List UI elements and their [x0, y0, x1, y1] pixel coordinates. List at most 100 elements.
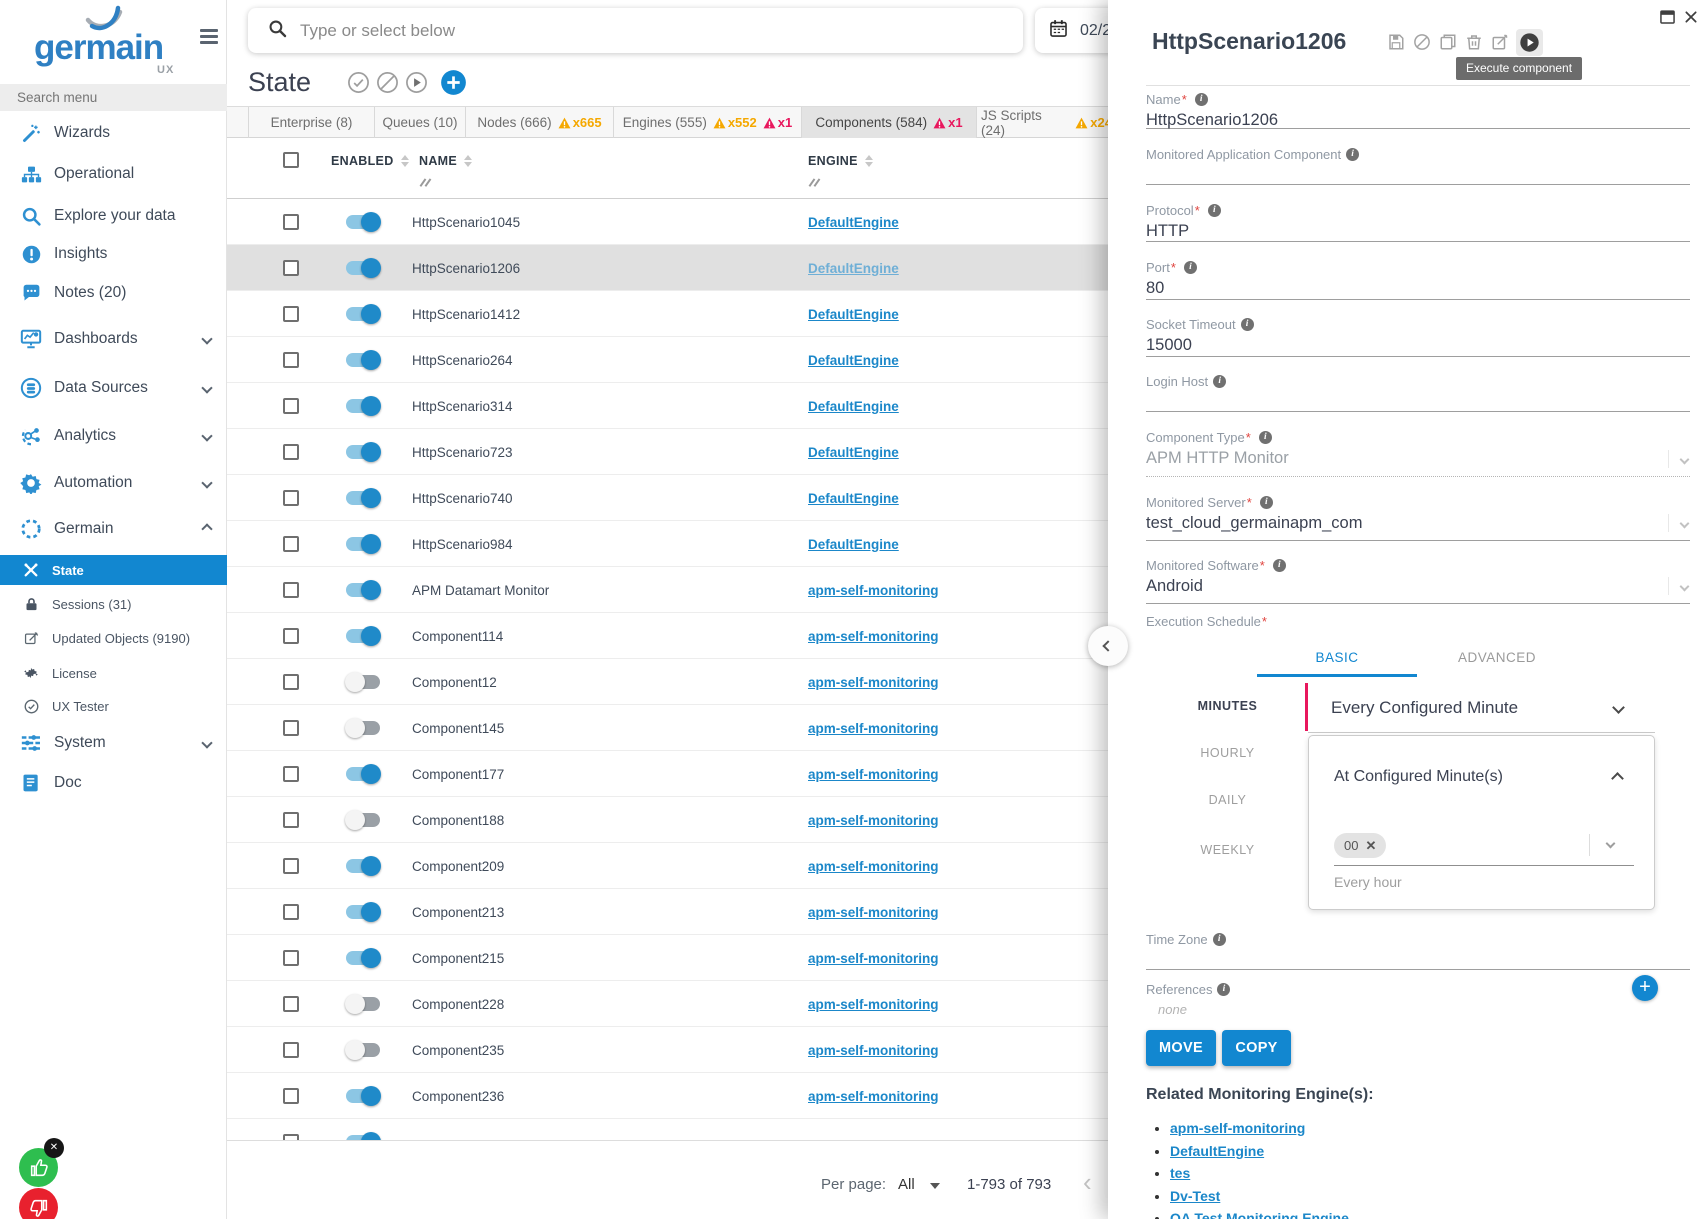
engine-link[interactable]: apm-self-monitoring — [808, 767, 939, 782]
delete-icon[interactable] — [1464, 33, 1483, 52]
copy-button[interactable]: COPY — [1222, 1030, 1291, 1066]
tab-advanced[interactable]: ADVANCED — [1417, 642, 1577, 674]
tab-engines[interactable]: Engines (555) x552 x1 — [614, 107, 802, 138]
disable-all-icon[interactable] — [376, 71, 399, 94]
column-resize-handle[interactable] — [808, 178, 822, 188]
tab-queues[interactable]: Queues (10) — [375, 107, 466, 138]
enabled-toggle[interactable] — [345, 258, 381, 278]
engine-link[interactable]: DefaultEngine — [808, 307, 899, 322]
select-all-checkbox[interactable] — [283, 152, 299, 168]
sidebar-item-insights[interactable]: Insights — [0, 239, 227, 269]
engine-link[interactable]: Dv-Test — [1170, 1188, 1220, 1204]
field-component-type[interactable]: Component Type*i APM HTTP Monitor — [1146, 430, 1690, 477]
previous-page-icon[interactable]: ‹ — [1083, 1167, 1092, 1198]
tab-enterprise[interactable]: Enterprise (8) — [248, 107, 375, 138]
sidebar-item-analytics[interactable]: Analytics — [0, 421, 227, 451]
row-checkbox[interactable] — [283, 996, 299, 1012]
enabled-toggle[interactable] — [345, 580, 381, 600]
per-page-select[interactable]: All — [898, 1176, 915, 1193]
sidebar-item-dashboards[interactable]: Dashboards — [0, 324, 227, 354]
sidebar-item-operational[interactable]: Operational — [0, 159, 227, 189]
dropdown-chevron-icon[interactable] — [1668, 450, 1688, 468]
field-socket-timeout[interactable]: Socket Timeouti 15000 — [1146, 317, 1690, 357]
row-checkbox[interactable] — [283, 306, 299, 322]
enable-all-icon[interactable] — [347, 71, 370, 94]
enabled-toggle[interactable] — [345, 764, 381, 784]
row-checkbox[interactable] — [283, 260, 299, 276]
enabled-toggle[interactable] — [345, 1132, 381, 1140]
row-checkbox[interactable] — [283, 674, 299, 690]
engine-link[interactable]: apm-self-monitoring — [808, 997, 939, 1012]
duplicate-icon[interactable] — [1438, 33, 1457, 52]
enabled-toggle[interactable] — [345, 304, 381, 324]
row-checkbox[interactable] — [283, 398, 299, 414]
engine-link[interactable]: apm-self-monitoring — [808, 1043, 939, 1058]
sidebar-item-germain[interactable]: Germain — [0, 514, 227, 544]
row-checkbox[interactable] — [283, 858, 299, 874]
engine-link[interactable]: DefaultEngine — [808, 491, 899, 506]
engine-link[interactable]: apm-self-monitoring — [808, 951, 939, 966]
field-monitored-software[interactable]: Monitored Software*i Android — [1146, 558, 1690, 604]
engine-link[interactable]: apm-self-monitoring — [1170, 1120, 1305, 1136]
chevron-up-icon[interactable] — [1611, 772, 1624, 785]
column-header-enabled[interactable]: ENABLED — [331, 154, 409, 168]
chevron-down-icon[interactable] — [1606, 839, 1616, 849]
enabled-toggle[interactable] — [345, 810, 381, 830]
column-header-engine[interactable]: ENGINE — [808, 154, 873, 168]
row-checkbox[interactable] — [283, 766, 299, 782]
save-icon[interactable] — [1386, 33, 1405, 52]
field-protocol[interactable]: Protocol*i HTTP — [1146, 203, 1690, 242]
tab-components[interactable]: Components (584) x1 — [802, 107, 977, 138]
sidebar-item-system[interactable]: System — [0, 728, 227, 758]
filter-search-field[interactable]: Type or select below — [248, 8, 1023, 53]
engine-link[interactable]: apm-self-monitoring — [808, 905, 939, 920]
remove-chip-icon[interactable]: ✕ — [1365, 838, 1376, 854]
engine-link[interactable]: apm-self-monitoring — [808, 629, 939, 644]
sidebar-item-license[interactable]: License — [0, 658, 227, 688]
row-checkbox[interactable] — [283, 214, 299, 230]
sidebar-item-doc[interactable]: Doc — [0, 768, 227, 798]
add-component-button[interactable] — [440, 69, 467, 96]
field-port[interactable]: Port*i 80 — [1146, 260, 1690, 300]
engine-link[interactable]: DefaultEngine — [808, 445, 899, 460]
row-checkbox[interactable] — [283, 490, 299, 506]
enabled-toggle[interactable] — [345, 994, 381, 1014]
sort-icon[interactable] — [865, 155, 873, 167]
schedule-menu-minutes[interactable]: MINUTES — [1165, 699, 1290, 713]
close-panel-icon[interactable] — [1684, 10, 1698, 24]
collapse-panel-button[interactable] — [1088, 626, 1128, 666]
enabled-toggle[interactable] — [345, 626, 381, 646]
schedule-menu-daily[interactable]: DAILY — [1165, 793, 1290, 807]
sidebar-item-explore-your-data[interactable]: Explore your data — [0, 201, 227, 231]
row-checkbox[interactable] — [283, 1088, 299, 1104]
engine-link[interactable]: apm-self-monitoring — [808, 1089, 939, 1104]
enabled-toggle[interactable] — [345, 902, 381, 922]
sidebar-item-data-sources[interactable]: Data Sources — [0, 373, 227, 403]
enabled-toggle[interactable] — [345, 856, 381, 876]
disable-icon[interactable] — [1412, 33, 1431, 52]
engine-link[interactable]: apm-self-monitoring — [808, 813, 939, 828]
tab-nodes[interactable]: Nodes (666) x665 — [466, 107, 614, 138]
engine-link[interactable]: DefaultEngine — [808, 353, 899, 368]
open-in-window-icon[interactable] — [1660, 10, 1675, 24]
tab-js-scripts[interactable]: JS Scripts (24) x24 — [977, 107, 1117, 138]
close-feedback-icon[interactable]: ✕ — [44, 1138, 64, 1158]
engine-link[interactable]: tes — [1170, 1165, 1190, 1181]
sidebar-item-automation[interactable]: Automation — [0, 468, 227, 498]
enabled-toggle[interactable] — [345, 212, 381, 232]
sidebar-item-sessions[interactable]: Sessions (31) — [0, 589, 227, 619]
column-resize-handle[interactable] — [419, 178, 433, 188]
sidebar-item-updated-objects[interactable]: Updated Objects (9190) — [0, 623, 227, 653]
sidebar-item-ux-tester[interactable]: UX Tester — [0, 691, 227, 721]
engine-link[interactable]: DefaultEngine — [808, 261, 899, 276]
row-checkbox[interactable] — [283, 950, 299, 966]
sidebar-item-state[interactable]: State — [0, 555, 227, 585]
enabled-toggle[interactable] — [345, 1086, 381, 1106]
per-page-dropdown-icon[interactable] — [930, 1183, 940, 1189]
row-checkbox[interactable] — [283, 1042, 299, 1058]
engine-link[interactable]: DefaultEngine — [808, 537, 899, 552]
enabled-toggle[interactable] — [345, 534, 381, 554]
row-checkbox[interactable] — [283, 628, 299, 644]
row-checkbox[interactable] — [283, 536, 299, 552]
enabled-toggle[interactable] — [345, 442, 381, 462]
